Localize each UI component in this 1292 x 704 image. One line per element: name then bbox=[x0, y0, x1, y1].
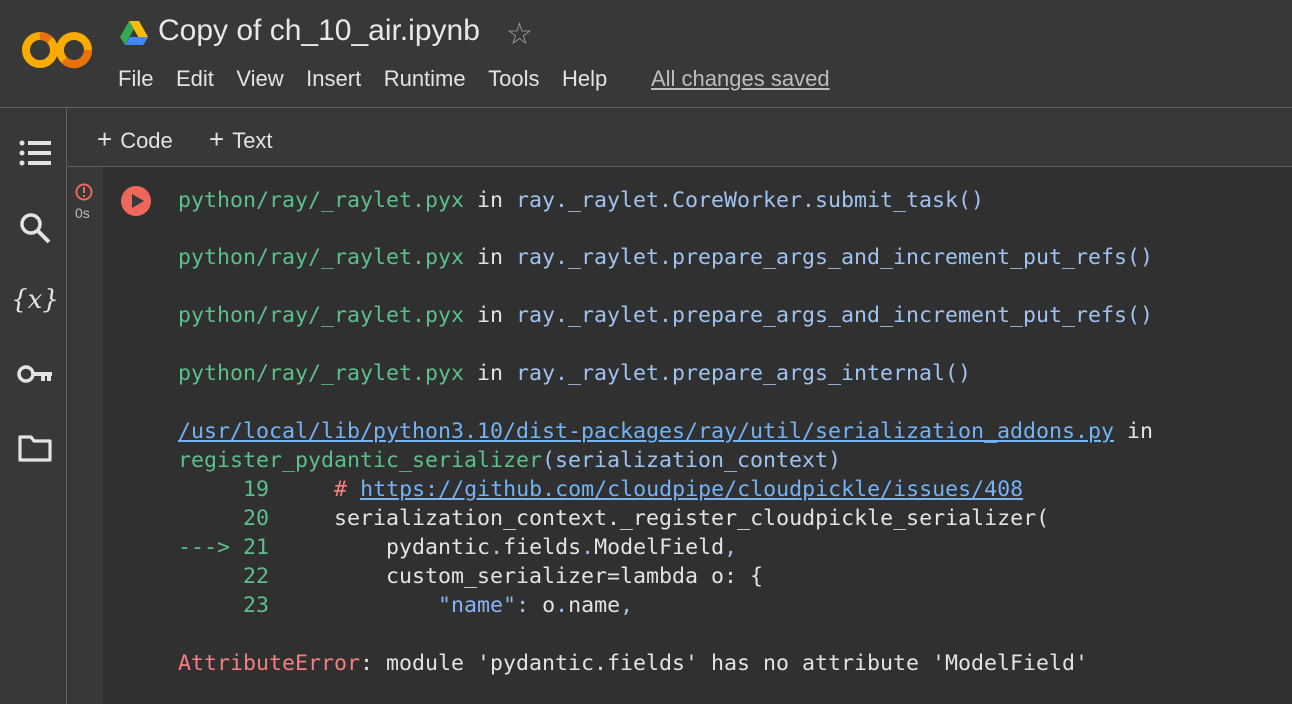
add-code-label: Code bbox=[120, 128, 173, 153]
line-prefix bbox=[178, 477, 243, 502]
frame-file: python/ray/_raylet.pyx bbox=[178, 188, 465, 213]
code-comma: , bbox=[620, 593, 634, 618]
menu-help[interactable]: Help bbox=[562, 66, 607, 92]
code-line-current: ---> 21 pydantic.fields.ModelField, bbox=[178, 533, 737, 562]
frame-in: in bbox=[464, 361, 517, 386]
secrets-key-icon[interactable] bbox=[17, 356, 53, 392]
files-folder-icon[interactable] bbox=[17, 430, 53, 466]
frame-function: ray._raylet.prepare_args_and_increment_p… bbox=[516, 303, 1154, 328]
traceback-function-signature: register_pydantic_serializer(serializati… bbox=[178, 446, 841, 475]
frame-function: ray._raylet.prepare_args_internal() bbox=[516, 361, 972, 386]
execution-time: 0s bbox=[75, 205, 90, 221]
search-icon[interactable] bbox=[17, 210, 53, 246]
code-token: ModelField bbox=[594, 535, 725, 560]
frame-file: python/ray/_raylet.pyx bbox=[178, 361, 465, 386]
menu-runtime[interactable]: Runtime bbox=[384, 66, 466, 92]
line-number: 19 bbox=[243, 477, 270, 502]
github-issue-link[interactable]: https://github.com/cloudpipe/cloudpickle… bbox=[360, 477, 1023, 502]
line-number: 22 bbox=[243, 564, 270, 589]
code-line: 20 serialization_context._register_cloud… bbox=[178, 504, 1049, 533]
menu-insert[interactable]: Insert bbox=[306, 66, 361, 92]
frame-in: in bbox=[464, 303, 517, 328]
frame-file: python/ray/_raylet.pyx bbox=[178, 245, 465, 270]
run-cell-button[interactable] bbox=[120, 185, 152, 217]
notebook-title[interactable]: Copy of ch_10_air.ipynb bbox=[158, 14, 480, 48]
line-number: 21 bbox=[243, 535, 270, 560]
star-icon[interactable]: ☆ bbox=[506, 18, 533, 52]
frame-function: ray._raylet.CoreWorker.submit_task() bbox=[516, 188, 985, 213]
string-key: "name" bbox=[438, 593, 517, 618]
colab-logo-icon[interactable] bbox=[22, 27, 94, 73]
error-type: AttributeError bbox=[178, 651, 361, 676]
traceback-frame: python/ray/_raylet.pyx in ray._raylet.pr… bbox=[178, 359, 971, 388]
header: Copy of ch_10_air.ipynb ☆ File Edit View… bbox=[0, 0, 1292, 108]
code-dot: . bbox=[581, 535, 595, 560]
error-message: AttributeError: module 'pydantic.fields'… bbox=[178, 649, 1088, 678]
traceback-frame: python/ray/_raylet.pyx in ray._raylet.pr… bbox=[178, 243, 1153, 272]
google-drive-icon[interactable] bbox=[120, 20, 148, 46]
code-token: pydantic bbox=[386, 535, 491, 560]
variables-icon[interactable]: {x} bbox=[11, 282, 59, 318]
code-dot: . bbox=[490, 535, 504, 560]
code-comma: , bbox=[724, 535, 738, 560]
frame-in: in bbox=[464, 245, 517, 270]
code-line: 19 # https://github.com/cloudpipe/cloudp… bbox=[178, 475, 1023, 504]
line-prefix bbox=[178, 593, 243, 618]
code-token: o bbox=[542, 593, 556, 618]
notebook-toolbar: + Code + Text bbox=[67, 108, 1292, 167]
table-of-contents-icon[interactable] bbox=[17, 135, 53, 171]
line-prefix-arrow: ---> bbox=[178, 535, 244, 560]
save-status-link[interactable]: All changes saved bbox=[651, 66, 830, 92]
traceback-frame: python/ray/_raylet.pyx in ray._raylet.pr… bbox=[178, 301, 1153, 330]
function-args: (serialization_context) bbox=[542, 448, 842, 473]
line-number: 23 bbox=[243, 593, 270, 618]
traceback-final-frame: /usr/local/lib/python3.10/dist-packages/… bbox=[178, 417, 1153, 446]
cell-gutter bbox=[67, 167, 103, 704]
add-text-label: Text bbox=[232, 128, 273, 153]
add-code-button[interactable]: + Code bbox=[97, 124, 173, 155]
code-token: fields bbox=[503, 535, 582, 560]
error-text: : module 'pydantic.fields' has no attrib… bbox=[360, 651, 1089, 676]
line-number: 20 bbox=[243, 506, 270, 531]
traceback-frame: python/ray/_raylet.pyx in ray._raylet.Co… bbox=[178, 186, 984, 215]
menu-file[interactable]: File bbox=[118, 66, 153, 92]
code-token: name bbox=[568, 593, 621, 618]
frame-in: in bbox=[1114, 419, 1154, 444]
line-code: custom_serializer=lambda o: { bbox=[386, 564, 764, 589]
function-name: register_pydantic_serializer bbox=[178, 448, 543, 473]
frame-function: ray._raylet.prepare_args_and_increment_p… bbox=[516, 245, 1154, 270]
line-prefix bbox=[178, 564, 243, 589]
menu-bar: File Edit View Insert Runtime Tools Help bbox=[118, 66, 630, 92]
line-prefix bbox=[178, 506, 243, 531]
code-colon: : bbox=[516, 593, 543, 618]
plus-icon: + bbox=[97, 124, 113, 154]
frame-file: python/ray/_raylet.pyx bbox=[178, 303, 465, 328]
error-status-icon bbox=[75, 183, 93, 201]
menu-tools[interactable]: Tools bbox=[488, 66, 539, 92]
menu-edit[interactable]: Edit bbox=[176, 66, 214, 92]
source-file-link[interactable]: /usr/local/lib/python3.10/dist-packages/… bbox=[178, 419, 1114, 444]
code-line: 22 custom_serializer=lambda o: { bbox=[178, 562, 763, 591]
code-dot: . bbox=[555, 593, 569, 618]
menu-view[interactable]: View bbox=[236, 66, 283, 92]
add-text-button[interactable]: + Text bbox=[209, 124, 273, 155]
frame-in: in bbox=[464, 188, 517, 213]
plus-icon: + bbox=[209, 124, 225, 154]
left-sidebar: {x} bbox=[0, 108, 67, 704]
comment-marker: # bbox=[334, 477, 361, 502]
line-code: serialization_context._register_cloudpic… bbox=[334, 506, 1050, 531]
code-line: 23 "name": o.name, bbox=[178, 591, 633, 620]
